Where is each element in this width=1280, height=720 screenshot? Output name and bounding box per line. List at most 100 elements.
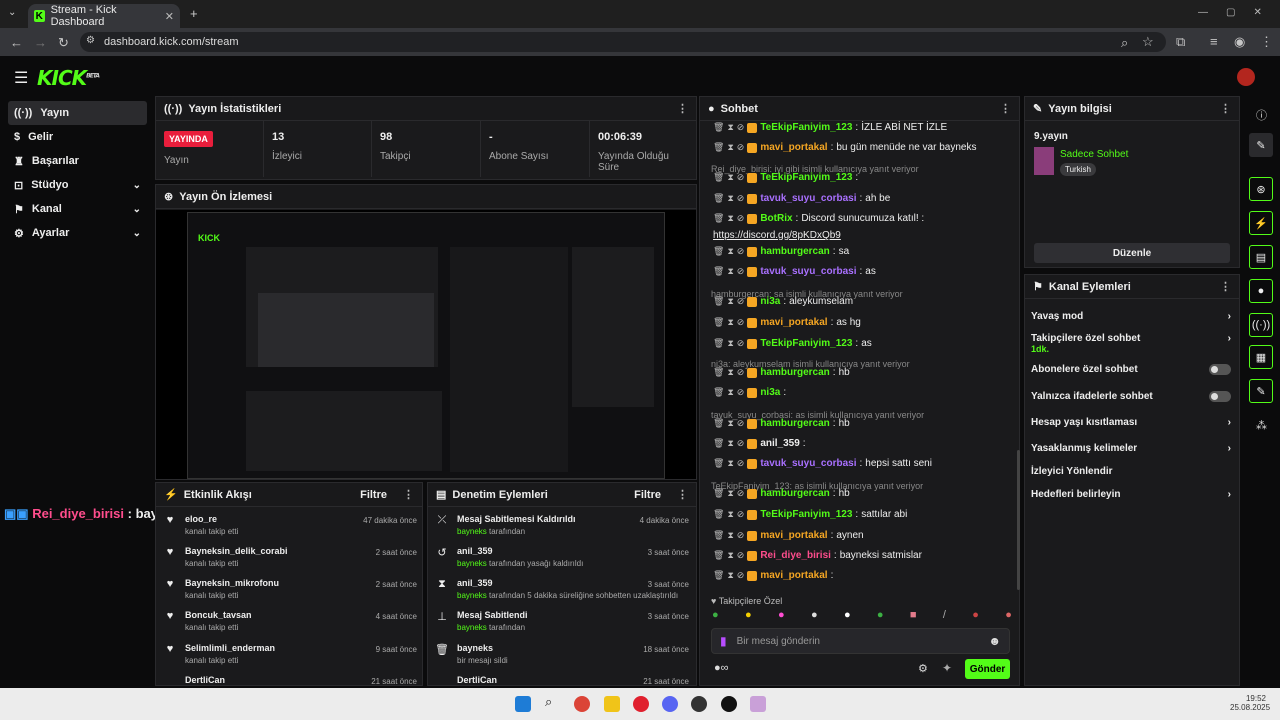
delete-message-icon[interactable]: 🗑	[713, 387, 724, 398]
timeout-icon[interactable]: ⧗	[727, 142, 733, 153]
rail-chat-icon[interactable]: ●	[1249, 279, 1273, 303]
timeout-icon[interactable]: ⧗	[727, 570, 733, 581]
media-icon[interactable]: ≡	[1210, 34, 1218, 49]
chat-input[interactable]: ▮ Bir mesaj gönderin ☻	[711, 628, 1010, 654]
ban-icon[interactable]: ⊘	[737, 530, 745, 541]
emote-row[interactable]: ● ● ● ● ● ● ■ / ● ●	[712, 609, 1012, 621]
sidebar-item-kanal[interactable]: ⚑ Kanal ⌄	[8, 197, 147, 221]
emote-picker-icon[interactable]: ✦	[942, 661, 952, 675]
subscribers-only-toggle[interactable]	[1209, 364, 1231, 375]
chat-username[interactable]: hamburgercan	[760, 418, 829, 429]
timeout-icon[interactable]: ⧗	[727, 367, 733, 378]
user-avatar[interactable]	[1237, 68, 1255, 86]
site-info-icon[interactable]: ⚙	[86, 35, 95, 46]
ban-icon[interactable]: ⊘	[737, 193, 745, 204]
ban-icon[interactable]: ⊘	[737, 509, 745, 520]
sidebar-item-gelir[interactable]: $ Gelir	[8, 125, 147, 149]
sidebar-item-basarilar[interactable]: ♜ Başarılar	[8, 149, 147, 173]
ban-icon[interactable]: ⊘	[737, 338, 745, 349]
kick-logo[interactable]: KICKBETA	[37, 66, 100, 90]
opera-icon[interactable]	[633, 696, 649, 712]
media-player-icon[interactable]	[691, 696, 707, 712]
timeout-icon[interactable]: ⧗	[727, 418, 733, 429]
ban-icon[interactable]: ⊘	[737, 570, 745, 581]
zoom-icon[interactable]: ⌕	[1121, 35, 1128, 51]
timeout-icon[interactable]: ⧗	[727, 213, 733, 224]
delete-message-icon[interactable]: 🗑	[713, 550, 724, 561]
more-icon[interactable]: ⋮	[1000, 102, 1011, 115]
discord-icon[interactable]	[662, 696, 678, 712]
delete-message-icon[interactable]: 🗑	[713, 317, 724, 328]
more-icon[interactable]: ⋮	[1220, 102, 1231, 115]
timeout-icon[interactable]: ⧗	[727, 122, 733, 133]
ban-icon[interactable]: ⊘	[737, 438, 745, 449]
bookmark-star-icon[interactable]: ☆	[1142, 34, 1154, 50]
points-icon[interactable]: ●∞	[714, 662, 729, 674]
timeout-icon[interactable]: ⧗	[727, 458, 733, 469]
chat-username[interactable]: mavi_portakal	[760, 142, 827, 153]
ban-icon[interactable]: ⊘	[737, 488, 745, 499]
followers-only-item[interactable]: Takipçilere özel sohbet 1dk. ›	[1031, 333, 1231, 354]
back-icon[interactable]: ←	[10, 35, 23, 50]
timeout-icon[interactable]: ⧗	[727, 172, 733, 183]
rail-activity-icon[interactable]: ⚡	[1249, 211, 1273, 235]
ban-icon[interactable]: ⊘	[737, 213, 745, 224]
more-icon[interactable]: ⋮	[677, 488, 688, 501]
chat-settings-icon[interactable]: ⚙	[918, 662, 928, 675]
timeout-icon[interactable]: ⧗	[727, 387, 733, 398]
ban-icon[interactable]: ⊘	[737, 367, 745, 378]
chat-username[interactable]: TeEkipFaniyim_123	[760, 338, 852, 349]
ban-icon[interactable]: ⊘	[737, 317, 745, 328]
edit-button[interactable]: Düzenle	[1034, 243, 1230, 263]
redirect-viewers-item[interactable]: İzleyici Yönlendir	[1031, 466, 1231, 477]
timeout-icon[interactable]: ⧗	[727, 193, 733, 204]
chat-link[interactable]: https://discord.gg/8pKDxQb9	[713, 230, 1013, 241]
category-link[interactable]: Sadece Sohbet	[1060, 149, 1128, 160]
timeout-icon[interactable]: ⧗	[727, 338, 733, 349]
chat-username[interactable]: ni3a	[760, 296, 780, 307]
ban-icon[interactable]: ⊘	[737, 296, 745, 307]
delete-message-icon[interactable]: 🗑	[713, 530, 724, 541]
delete-message-icon[interactable]: 🗑	[713, 418, 724, 429]
timeout-icon[interactable]: ⧗	[727, 488, 733, 499]
delete-message-icon[interactable]: 🗑	[713, 488, 724, 499]
delete-message-icon[interactable]: 🗑	[713, 367, 724, 378]
delete-message-icon[interactable]: 🗑	[713, 509, 724, 520]
rail-moderation-icon[interactable]: ▤	[1249, 245, 1273, 269]
timeout-icon[interactable]: ⧗	[727, 266, 733, 277]
delete-message-icon[interactable]: 🗑	[713, 172, 724, 183]
rail-info-icon[interactable]: ▦	[1249, 345, 1273, 369]
chat-username[interactable]: BotRix	[760, 213, 792, 224]
profile-icon[interactable]: ◉	[1234, 34, 1245, 50]
more-icon[interactable]: ⋮	[403, 488, 414, 501]
chat-username[interactable]: TeEkipFaniyim_123	[760, 172, 852, 183]
rail-extra-icon[interactable]: ⁂	[1256, 419, 1267, 432]
filter-button[interactable]: Filtre	[634, 489, 661, 501]
chat-username[interactable]: TeEkipFaniyim_123	[760, 509, 852, 520]
rail-actions-icon[interactable]: ✎	[1249, 379, 1273, 403]
emoji-icon[interactable]: ☻	[988, 634, 1001, 648]
sidebar-item-yayin[interactable]: ((·)) Yayın	[8, 101, 147, 125]
search-icon[interactable]: ⌕	[545, 694, 561, 710]
sidebar-item-ayarlar[interactable]: ⚙ Ayarlar ⌄	[8, 221, 147, 245]
delete-message-icon[interactable]: 🗑	[713, 122, 724, 133]
ban-icon[interactable]: ⊘	[737, 387, 745, 398]
more-icon[interactable]: ⋮	[1220, 280, 1231, 293]
info-icon[interactable]: ⓘ	[1256, 107, 1267, 123]
chrome-icon[interactable]	[574, 696, 590, 712]
chat-username[interactable]: tavuk_suyu_corbasi	[760, 193, 856, 204]
browser-tab[interactable]: K Stream - Kick Dashboard ✕	[28, 4, 180, 28]
delete-message-icon[interactable]: 🗑	[713, 193, 724, 204]
obs-icon[interactable]	[721, 696, 737, 712]
chat-username[interactable]: ni3a	[760, 387, 780, 398]
delete-message-icon[interactable]: 🗑	[713, 213, 724, 224]
delete-message-icon[interactable]: 🗑	[713, 438, 724, 449]
chat-username[interactable]: Rei_diye_birisi	[760, 550, 831, 561]
emotes-only-toggle[interactable]	[1209, 391, 1231, 402]
set-goals-item[interactable]: Hedefleri belirleyin ›	[1031, 489, 1231, 500]
mic-icon[interactable]: ▮	[720, 634, 727, 648]
timeout-icon[interactable]: ⧗	[727, 530, 733, 541]
system-clock[interactable]: 19:52 25.08.2025	[1230, 694, 1270, 712]
delete-message-icon[interactable]: 🗑	[713, 142, 724, 153]
start-icon[interactable]	[515, 696, 531, 712]
